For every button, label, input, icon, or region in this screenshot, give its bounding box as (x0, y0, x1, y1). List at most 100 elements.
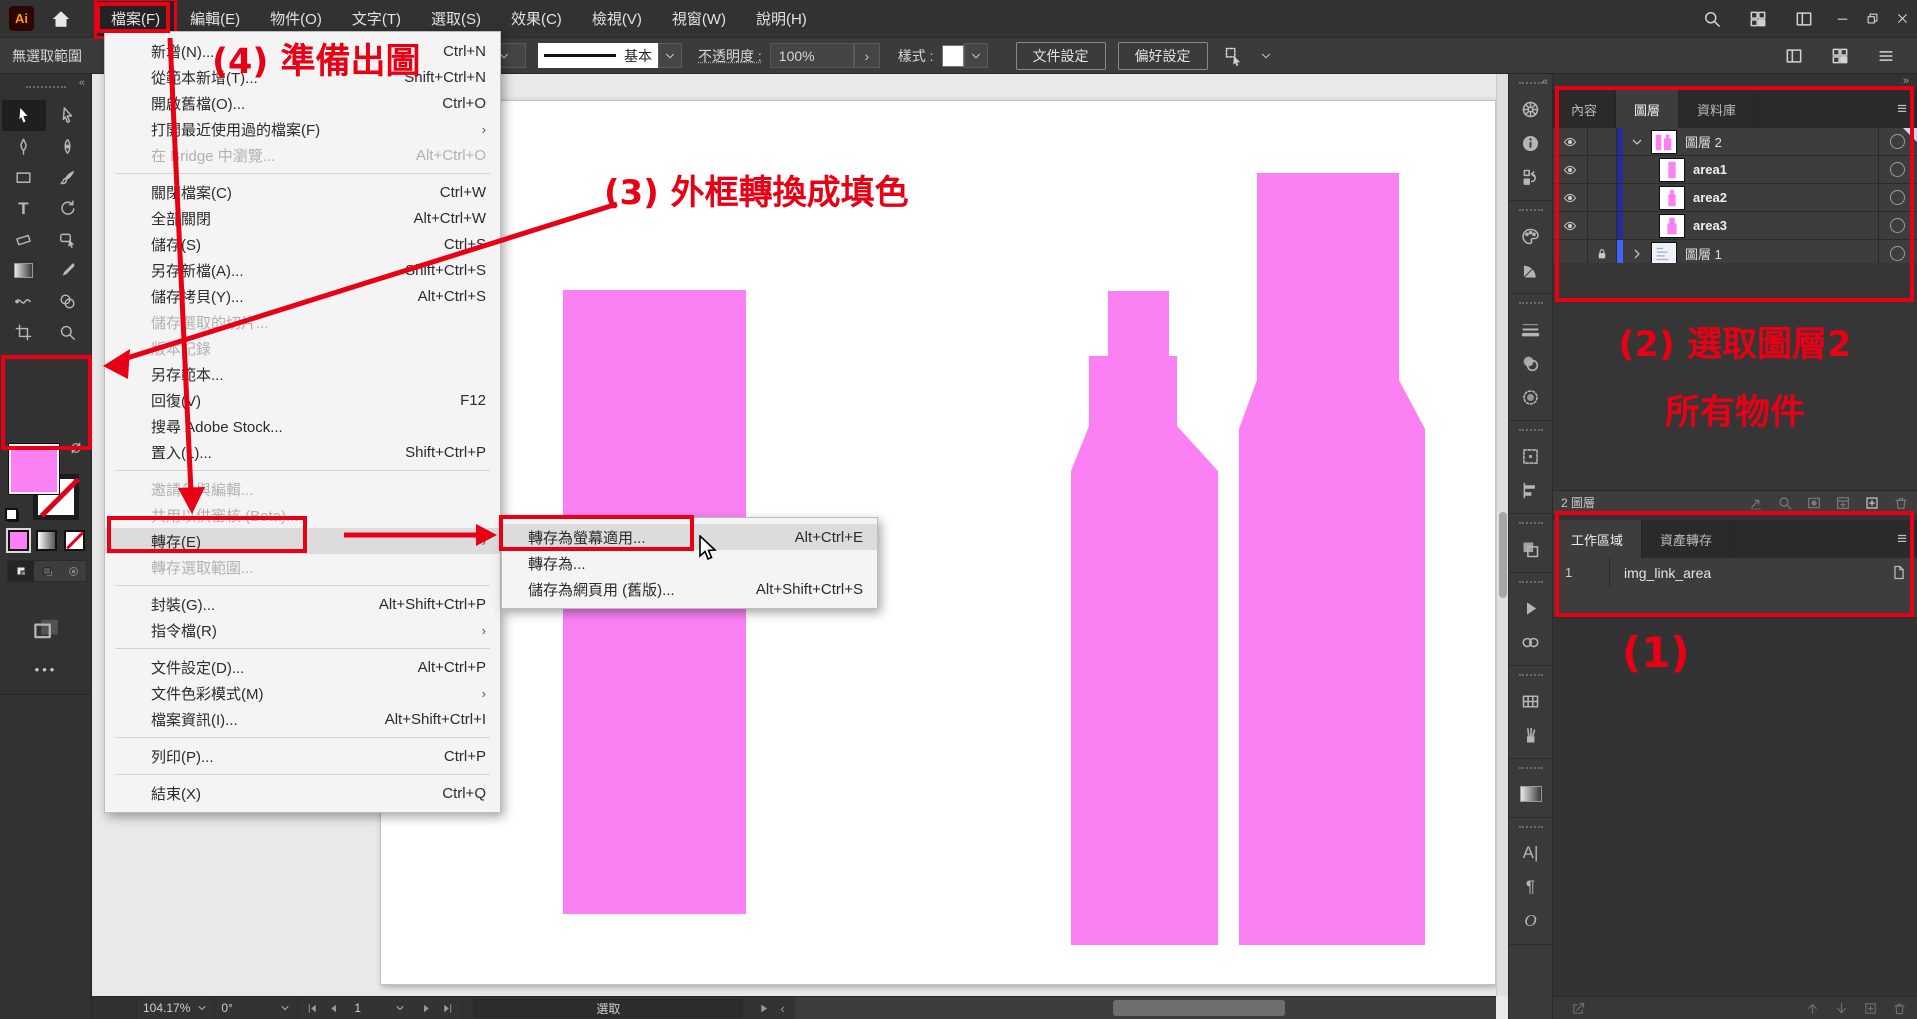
menu-item-轉存(E)[interactable]: 轉存(E)› (105, 528, 500, 554)
character-panel-button[interactable]: A| (1509, 836, 1552, 870)
eyedropper-tool[interactable] (46, 255, 90, 286)
dock-drag-handle[interactable] (1519, 826, 1543, 832)
type-tool[interactable]: T (2, 193, 46, 224)
artwork-bottle-large[interactable] (1239, 173, 1425, 945)
lock-toggle[interactable] (1588, 128, 1617, 155)
target-circle[interactable] (1890, 246, 1905, 261)
eraser-tool[interactable] (2, 224, 46, 255)
menu-檢視(V)[interactable]: 檢視(V) (577, 0, 657, 37)
dock-drag-handle[interactable] (1519, 82, 1543, 88)
app-logo-icon[interactable]: Ai (9, 6, 34, 31)
visibility-toggle[interactable] (1553, 184, 1588, 211)
locate-object-icon[interactable] (1748, 495, 1764, 511)
workspace-switcher-icon[interactable] (1748, 9, 1768, 29)
collapse-panels-icon[interactable]: » (1903, 75, 1909, 87)
rotation-dropdown[interactable]: 0° (215, 997, 298, 1019)
paintbrush-tool[interactable] (46, 162, 90, 193)
menu-item-關閉檔案(C)[interactable]: 關閉檔案(C)Ctrl+W (105, 179, 500, 205)
menu-item-轉存為...[interactable]: 轉存為... (502, 550, 877, 576)
menu-item-轉存為螢幕適用...[interactable]: 轉存為螢幕適用...Alt+Ctrl+E (502, 524, 877, 550)
vertical-scrollbar-thumb[interactable] (1499, 512, 1507, 598)
gradient-panel-button[interactable] (1509, 777, 1552, 811)
toolbar-drag-handle[interactable] (26, 86, 66, 92)
opacity-input[interactable]: 100% (770, 43, 854, 68)
new-artboard-icon[interactable] (1863, 1001, 1878, 1016)
menu-item-邀請參與編輯...[interactable]: 邀請參與編輯... (105, 476, 500, 502)
menu-item-儲存拷貝(Y)...[interactable]: 儲存拷貝(Y)...Alt+Ctrl+S (105, 283, 500, 309)
menu-item-結束(X)[interactable]: 結束(X)Ctrl+Q (105, 780, 500, 806)
close-button[interactable] (1887, 0, 1917, 37)
stroke-panel-button[interactable] (1509, 312, 1552, 346)
menu-item-轉存選取範圍...[interactable]: 轉存選取範圍... (105, 554, 500, 580)
document-setup-button[interactable]: 文件設定 (1016, 42, 1106, 70)
gradient-tool-tool[interactable] (2, 255, 46, 286)
dock-drag-handle[interactable] (1519, 767, 1543, 773)
lock-toggle[interactable] (1588, 156, 1617, 183)
rectangle-tool[interactable] (2, 162, 46, 193)
expand-toggle[interactable] (1629, 134, 1645, 150)
artboards-panel-button[interactable] (1509, 439, 1552, 473)
restore-button[interactable] (1857, 0, 1887, 37)
dock-drag-handle[interactable] (1519, 581, 1543, 587)
play-icon[interactable] (757, 1002, 770, 1015)
dock-drag-handle[interactable] (1519, 302, 1543, 308)
collapse-dock-icon[interactable]: « (1542, 76, 1548, 88)
move-up-icon[interactable] (1805, 1001, 1820, 1016)
selection-tool[interactable] (2, 100, 46, 131)
artboards-tab-資產轉存[interactable]: 資產轉存 (1642, 520, 1731, 558)
delete-icon[interactable] (1893, 495, 1909, 511)
style-chevron[interactable] (964, 43, 988, 68)
next-artboard-icon[interactable] (420, 1002, 433, 1015)
make-clipping-mask-icon[interactable] (1806, 495, 1822, 511)
menu-item-從範本新增(T)...[interactable]: 從範本新增(T)...Shift+Ctrl+N (105, 64, 500, 90)
layers-tab-圖層[interactable]: 圖層 (1616, 90, 1679, 128)
layers-tab-資料庫[interactable]: 資料庫 (1679, 90, 1755, 128)
menu-item-指令檔(R)[interactable]: 指令檔(R)› (105, 617, 500, 643)
rotate-tool[interactable] (46, 193, 90, 224)
menu-說明(H)[interactable]: 說明(H) (741, 0, 822, 37)
last-artboard-icon[interactable] (441, 1002, 454, 1015)
menu-item-檔案資訊(I)...[interactable]: 檔案資訊(I)...Alt+Shift+Ctrl+I (105, 706, 500, 732)
menu-item-共用以供審核 (Beta)...[interactable]: 共用以供審核 (Beta)... (105, 502, 500, 528)
artboard-page-icon[interactable] (1890, 564, 1907, 581)
artwork-bottle-small[interactable] (1071, 291, 1218, 945)
brush-definition-dropdown[interactable]: 基本 (538, 43, 658, 68)
color-panel-button[interactable] (1509, 219, 1552, 253)
artboards-tab-工作區域[interactable]: 工作區域 (1553, 520, 1642, 558)
layer-name[interactable]: 圖層 1 (1685, 244, 1722, 263)
shaper-tool[interactable] (46, 224, 90, 255)
arrange-documents-icon[interactable] (1794, 9, 1814, 29)
menu-item-儲存為網頁用 (舊版)...[interactable]: 儲存為網頁用 (舊版)...Alt+Shift+Ctrl+S (502, 576, 877, 602)
scroll-left-icon[interactable]: ‹ (780, 1001, 784, 1016)
menu-item-儲存(S)[interactable]: 儲存(S)Ctrl+S (105, 231, 500, 257)
paragraph-panel-button[interactable]: ¶ (1509, 870, 1552, 904)
chevron-down-icon[interactable] (1259, 49, 1273, 63)
layers-tab-內容[interactable]: 內容 (1553, 90, 1616, 128)
target-circle[interactable] (1890, 190, 1905, 205)
menu-item-打開最近使用過的檔案(F)[interactable]: 打開最近使用過的檔案(F)› (105, 116, 500, 142)
arrange-documents-icon[interactable] (1784, 46, 1804, 66)
screen-mode-icon[interactable] (31, 614, 61, 644)
menu-item-新增(N)...[interactable]: 新增(N)...Ctrl+N (105, 38, 500, 64)
home-icon[interactable] (50, 8, 72, 30)
vertical-scrollbar[interactable] (1496, 74, 1508, 996)
draw-normal-button[interactable] (8, 561, 34, 581)
menu-item-回復(V)[interactable]: 回復(V)F12 (105, 387, 500, 413)
panel-menu-icon[interactable] (1876, 46, 1896, 66)
layer-row-area1[interactable]: area1 (1553, 156, 1917, 184)
dock-drag-handle[interactable] (1519, 209, 1543, 215)
horizontal-scrollbar-thumb[interactable] (1113, 1000, 1285, 1016)
transparency-panel-button[interactable] (1509, 346, 1552, 380)
swatches-panel-button[interactable] (1509, 684, 1552, 718)
draw-inside-button[interactable] (60, 561, 86, 581)
properties-panel-button[interactable] (1509, 92, 1552, 126)
gradient-swatch[interactable] (36, 530, 57, 551)
dock-drag-handle[interactable] (1519, 522, 1543, 528)
menu-item-列印(P)...[interactable]: 列印(P)...Ctrl+P (105, 743, 500, 769)
horizontal-scrollbar[interactable] (795, 997, 1496, 1019)
layer-row-area2[interactable]: area2 (1553, 184, 1917, 212)
brushes-panel-button[interactable] (1509, 718, 1552, 752)
exit-artboard-icon[interactable] (1571, 1001, 1586, 1016)
layer-name[interactable]: area2 (1693, 190, 1727, 205)
menu-item-封裝(G)...[interactable]: 封裝(G)...Alt+Shift+Ctrl+P (105, 591, 500, 617)
